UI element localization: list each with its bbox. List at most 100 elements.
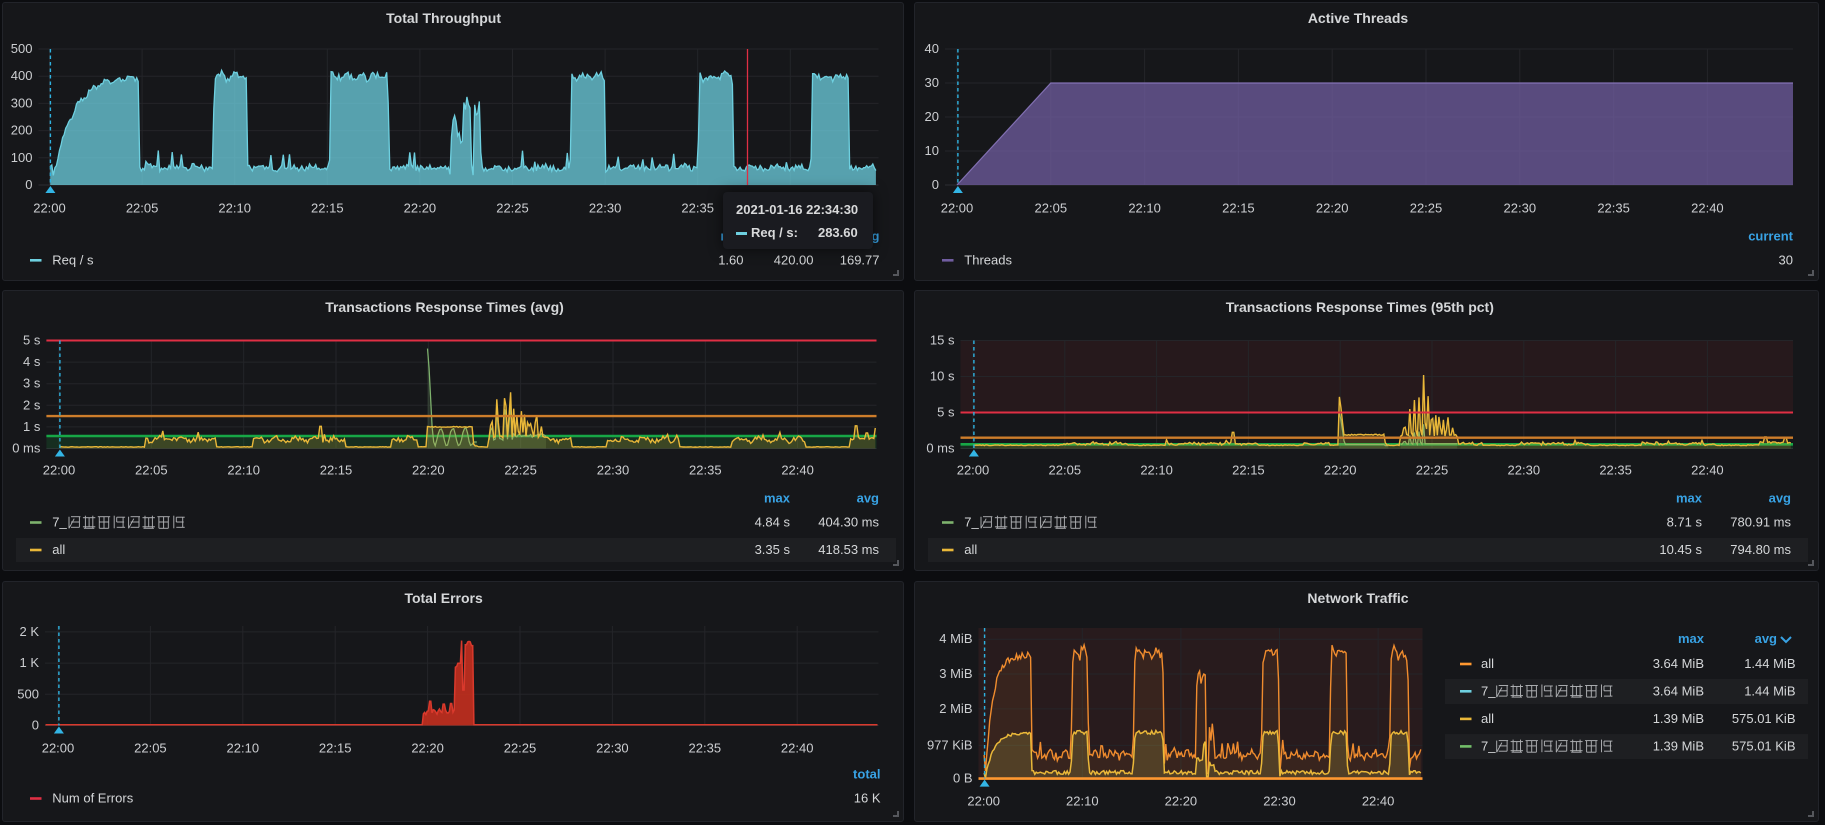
svg-text:22:00: 22:00	[957, 463, 990, 478]
svg-text:20: 20	[925, 109, 939, 124]
svg-text:22:40: 22:40	[1691, 201, 1724, 216]
svg-text:22:20: 22:20	[404, 201, 437, 216]
svg-text:200: 200	[11, 123, 33, 138]
svg-text:2 MiB: 2 MiB	[939, 701, 972, 716]
svg-text:22:30: 22:30	[596, 741, 629, 756]
svg-text:22:30: 22:30	[1504, 201, 1537, 216]
svg-text:all: all	[1481, 656, 1494, 671]
svg-text:22:35: 22:35	[681, 201, 714, 216]
svg-text:418.53 ms: 418.53 ms	[818, 542, 879, 557]
svg-text:Network Traffic: Network Traffic	[1307, 590, 1408, 606]
svg-text:Req / s: Req / s	[52, 253, 94, 268]
svg-text:max: max	[1676, 491, 1703, 506]
svg-text:2 s: 2 s	[23, 397, 41, 412]
svg-text:all: all	[964, 542, 977, 557]
svg-text:0 ms: 0 ms	[12, 441, 41, 456]
svg-text:794.80 ms: 794.80 ms	[1730, 542, 1791, 557]
svg-text:total: total	[853, 767, 880, 782]
svg-text:22:40: 22:40	[781, 463, 814, 478]
svg-text:1 K: 1 K	[19, 655, 39, 670]
svg-text:1.60: 1.60	[718, 253, 743, 268]
svg-text:22:25: 22:25	[1410, 201, 1443, 216]
svg-text:1.44 MiB: 1.44 MiB	[1744, 656, 1795, 671]
svg-text:15 s: 15 s	[930, 333, 955, 348]
svg-text:3 MiB: 3 MiB	[939, 666, 972, 681]
svg-text:22:40: 22:40	[781, 741, 814, 756]
svg-text:400: 400	[11, 68, 33, 83]
svg-text:0: 0	[932, 177, 939, 192]
svg-text:30: 30	[1779, 253, 1793, 268]
svg-text:8.71 s: 8.71 s	[1667, 515, 1703, 530]
svg-text:1.39 MiB: 1.39 MiB	[1653, 711, 1704, 726]
svg-text:420.00: 420.00	[774, 253, 814, 268]
svg-text:4.84 s: 4.84 s	[755, 515, 791, 530]
svg-text:22:20: 22:20	[1324, 463, 1357, 478]
svg-text:avg: avg	[1769, 491, 1791, 506]
svg-text:22:05: 22:05	[1049, 463, 1082, 478]
svg-text:100: 100	[11, 150, 33, 165]
svg-text:22:00: 22:00	[33, 201, 66, 216]
svg-text:0: 0	[25, 177, 32, 192]
svg-text:7_: 7_	[964, 515, 979, 530]
svg-text:current: current	[1748, 228, 1793, 243]
svg-text:22:40: 22:40	[1691, 463, 1724, 478]
svg-text:22:05: 22:05	[135, 463, 168, 478]
svg-text:3.64 MiB: 3.64 MiB	[1653, 656, 1704, 671]
svg-text:3.35 s: 3.35 s	[755, 542, 791, 557]
svg-text:22:10: 22:10	[1140, 463, 1173, 478]
svg-text:avg: avg	[1755, 631, 1777, 646]
svg-text:22:15: 22:15	[311, 201, 344, 216]
svg-text:977 KiB: 977 KiB	[927, 737, 973, 752]
svg-text:5 s: 5 s	[23, 333, 41, 348]
svg-text:all: all	[1481, 711, 1494, 726]
svg-text:22:35: 22:35	[689, 463, 722, 478]
svg-text:5 s: 5 s	[937, 405, 955, 420]
svg-text:1 s: 1 s	[23, 419, 41, 434]
svg-text:all: all	[52, 542, 65, 557]
svg-text:22:20: 22:20	[412, 463, 445, 478]
svg-text:22:10: 22:10	[1066, 794, 1099, 809]
svg-text:16 K: 16 K	[854, 791, 881, 806]
svg-text:22:15: 22:15	[1222, 201, 1255, 216]
svg-text:500: 500	[11, 41, 33, 56]
svg-text:0 ms: 0 ms	[926, 441, 955, 456]
svg-text:22:20: 22:20	[411, 741, 444, 756]
svg-text:300: 300	[11, 95, 33, 110]
svg-text:500: 500	[17, 686, 39, 701]
svg-text:22:20: 22:20	[1316, 201, 1349, 216]
svg-text:22:15: 22:15	[1232, 463, 1265, 478]
svg-text:Transactions Response Times (a: Transactions Response Times (avg)	[325, 299, 564, 315]
svg-text:Total Errors: Total Errors	[404, 590, 483, 606]
svg-text:1.44 MiB: 1.44 MiB	[1744, 684, 1795, 699]
svg-text:22:00: 22:00	[967, 794, 1000, 809]
svg-text:22:10: 22:10	[227, 463, 260, 478]
svg-text:22:05: 22:05	[134, 741, 167, 756]
svg-text:3 s: 3 s	[23, 376, 41, 391]
svg-text:22:05: 22:05	[1035, 201, 1068, 216]
svg-text:30: 30	[925, 75, 939, 90]
svg-text:Active Threads: Active Threads	[1308, 10, 1409, 26]
svg-text:Total Throughput: Total Throughput	[386, 10, 501, 26]
svg-text:7_: 7_	[52, 515, 67, 530]
svg-text:10 s: 10 s	[930, 369, 955, 384]
svg-text:22:15: 22:15	[320, 463, 353, 478]
svg-text:3.64 MiB: 3.64 MiB	[1653, 684, 1704, 699]
svg-text:22:10: 22:10	[218, 201, 251, 216]
svg-text:575.01 KiB: 575.01 KiB	[1732, 739, 1796, 754]
svg-text:22:30: 22:30	[597, 463, 630, 478]
svg-text:0 B: 0 B	[953, 771, 973, 786]
svg-text:22:30: 22:30	[1508, 463, 1541, 478]
svg-text:7_: 7_	[1481, 684, 1496, 699]
svg-text:169.77: 169.77	[840, 253, 880, 268]
svg-text:22:00: 22:00	[941, 201, 974, 216]
svg-text:avg: avg	[857, 491, 879, 506]
svg-text:max: max	[1678, 631, 1705, 646]
svg-text:22:20: 22:20	[1165, 794, 1198, 809]
svg-text:22:25: 22:25	[504, 741, 537, 756]
svg-text:Num of Errors: Num of Errors	[52, 791, 133, 806]
svg-text:22:25: 22:25	[504, 463, 537, 478]
svg-text:1.39 MiB: 1.39 MiB	[1653, 739, 1704, 754]
svg-text:2 K: 2 K	[19, 624, 39, 639]
svg-text:22:00: 22:00	[43, 463, 76, 478]
svg-text:22:00: 22:00	[42, 741, 75, 756]
